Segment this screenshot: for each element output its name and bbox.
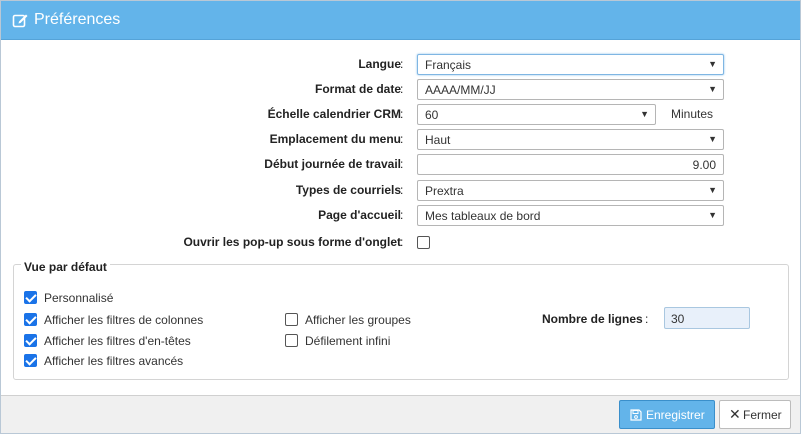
workday-start-input[interactable]: 9.00 <box>417 154 724 175</box>
language-row: Langue : Français ▼ <box>1 53 800 75</box>
home-page-label: Page d'accueil <box>318 208 401 222</box>
language-select[interactable]: Français ▼ <box>417 54 724 75</box>
calendar-scale-colon: : <box>400 107 404 121</box>
date-format-value: AAAA/MM/JJ <box>425 83 496 97</box>
date-format-colon: : <box>400 82 404 96</box>
home-page-select[interactable]: Mes tableaux de bord ▼ <box>417 205 724 226</box>
calendar-scale-select[interactable]: 60 ▼ <box>417 104 656 125</box>
close-button-label: Fermer <box>743 408 782 422</box>
close-icon: ✕ <box>729 406 741 422</box>
home-page-colon: : <box>400 208 404 222</box>
save-icon <box>630 409 642 421</box>
column-filters-label: Afficher les filtres de colonnes <box>44 313 204 327</box>
chevron-down-icon: ▼ <box>708 185 717 195</box>
chevron-down-icon: ▼ <box>708 59 717 69</box>
dialog-title: Préférences <box>34 11 121 28</box>
dialog-titlebar: Préférences <box>1 1 800 40</box>
advanced-filters-label: Afficher les filtres avancés <box>44 354 184 368</box>
custom-checkbox[interactable] <box>24 291 37 304</box>
date-format-label: Format de date <box>314 82 401 96</box>
home-page-value: Mes tableaux de bord <box>425 209 541 223</box>
header-filters-label: Afficher les filtres d'en-têtes <box>44 334 191 348</box>
chevron-down-icon: ▼ <box>708 210 717 220</box>
chevron-down-icon: ▼ <box>708 134 717 144</box>
popup-tabs-checkbox[interactable] <box>417 236 430 249</box>
language-value: Français <box>425 58 472 72</box>
column-filters-checkbox[interactable] <box>24 313 37 326</box>
menu-location-row: Emplacement du menu : Haut ▼ <box>1 128 800 150</box>
save-button-label: Enregistrer <box>646 408 705 422</box>
default-view-legend: Vue par défaut <box>21 260 110 274</box>
calendar-scale-label: Échelle calendrier CRM <box>267 107 401 121</box>
row-count-input[interactable]: 30 <box>664 307 750 329</box>
language-colon: : <box>400 57 404 71</box>
home-page-row: Page d'accueil : Mes tableaux de bord ▼ <box>1 204 800 226</box>
save-button[interactable]: Enregistrer <box>619 400 715 429</box>
row-count-label: Nombre de lignes <box>542 312 643 326</box>
infinite-scroll-label: Défilement infini <box>305 334 391 348</box>
calendar-scale-row: Échelle calendrier CRM : 60 ▼ Minutes <box>1 103 800 125</box>
calendar-scale-unit: Minutes <box>671 107 714 121</box>
popup-tabs-label: Ouvrir les pop-up sous forme d'onglet <box>183 235 401 249</box>
row-count-value: 30 <box>671 312 685 326</box>
date-format-select[interactable]: AAAA/MM/JJ ▼ <box>417 79 724 100</box>
header-filters-checkbox[interactable] <box>24 334 37 347</box>
show-groups-checkbox[interactable] <box>285 313 298 326</box>
infinite-scroll-checkbox[interactable] <box>285 334 298 347</box>
show-groups-label: Afficher les groupes <box>305 313 411 327</box>
menu-location-colon: : <box>400 132 404 146</box>
popup-tabs-row: Ouvrir les pop-up sous forme d'onglet : <box>1 231 800 253</box>
workday-start-colon: : <box>400 157 404 171</box>
menu-location-select[interactable]: Haut ▼ <box>417 129 724 150</box>
menu-location-value: Haut <box>425 133 451 147</box>
row-count-colon: : <box>645 312 649 326</box>
chevron-down-icon: ▼ <box>640 109 649 119</box>
popup-tabs-colon: : <box>400 235 404 249</box>
workday-start-value: 9.00 <box>692 158 716 172</box>
workday-start-label: Début journée de travail <box>264 157 401 171</box>
workday-start-row: Début journée de travail : 9.00 <box>1 153 800 175</box>
preferences-dialog: Préférences Langue : Français ▼ Format d… <box>0 0 801 434</box>
email-types-value: Prextra <box>425 184 464 198</box>
menu-location-label: Emplacement du menu <box>269 132 401 146</box>
email-types-label: Types de courriels <box>295 183 401 197</box>
custom-label: Personnalisé <box>44 291 114 305</box>
date-format-row: Format de date : AAAA/MM/JJ ▼ <box>1 78 800 100</box>
email-types-colon: : <box>400 183 404 197</box>
email-types-row: Types de courriels : Prextra ▼ <box>1 179 800 201</box>
calendar-scale-value: 60 <box>425 108 439 122</box>
advanced-filters-checkbox[interactable] <box>24 354 37 367</box>
language-label: Langue <box>358 57 401 71</box>
edit-icon <box>12 14 28 28</box>
close-button[interactable]: ✕ Fermer <box>719 400 791 429</box>
email-types-select[interactable]: Prextra ▼ <box>417 180 724 201</box>
chevron-down-icon: ▼ <box>708 84 717 94</box>
